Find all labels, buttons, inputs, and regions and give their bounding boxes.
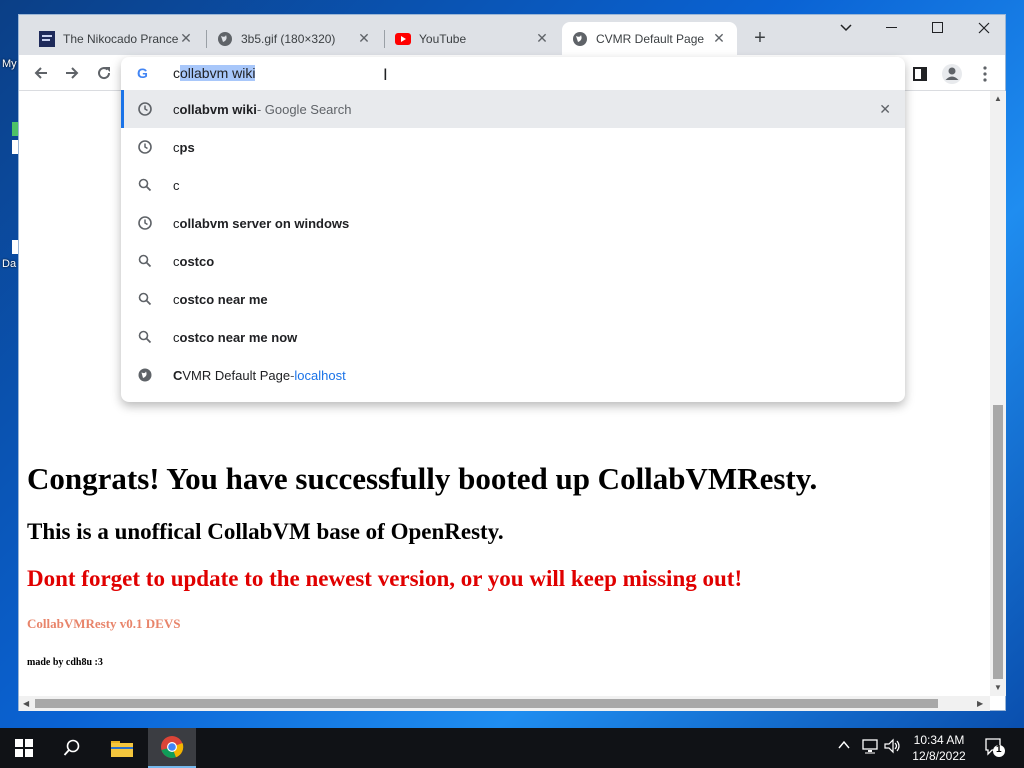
google-icon: G [137, 65, 148, 81]
scroll-left-arrow-icon[interactable]: ◀ [23, 699, 29, 708]
clock-date: 12/8/2022 [912, 749, 966, 763]
match-text: c [173, 177, 180, 193]
completion-text: VMR Default Page [182, 367, 291, 383]
back-button[interactable] [29, 61, 53, 85]
close-tab-icon[interactable]: ✕ [711, 30, 727, 47]
chrome-taskbar-button[interactable] [148, 728, 196, 768]
chrome-icon [161, 736, 184, 759]
completion-text: ostco [179, 253, 215, 269]
suggestion-item[interactable]: c ostco near me now [121, 318, 905, 356]
folder-icon [111, 741, 133, 757]
page-heading: Congrats! You have successfully booted u… [27, 461, 818, 496]
scroll-right-arrow-icon[interactable]: ▶ [977, 699, 983, 708]
suggestion-list: c ollabvm wiki - Google Search ✕ c ps c co… [121, 90, 905, 394]
globe-icon [572, 31, 588, 47]
clock-time: 10:34 AM [913, 733, 965, 747]
suggestion-item[interactable]: c ostco near me [121, 280, 905, 318]
history-icon [137, 215, 153, 231]
horizontal-scroll-thumb[interactable] [35, 699, 938, 708]
tab-title: The Nikocado Prance [63, 31, 178, 46]
match-text: C [173, 367, 183, 383]
network-icon[interactable] [862, 738, 880, 757]
volume-icon[interactable] [884, 738, 902, 757]
tab-cvmr-default-page[interactable]: CVMR Default Page ✕ [562, 22, 737, 55]
file-explorer-button[interactable] [98, 728, 146, 768]
new-tab-button[interactable]: + [749, 27, 771, 50]
update-warning: Dont forget to update to the newest vers… [27, 566, 743, 591]
suggestion-item[interactable]: c ollabvm server on windows [121, 204, 905, 242]
search-icon [137, 291, 153, 307]
notification-count: 1 [996, 744, 1002, 755]
search-icon [137, 253, 153, 269]
suggestion-item[interactable]: c ollabvm wiki - Google Search ✕ [121, 90, 905, 128]
version-label: CollabVMResty v0.1 DEVS [27, 616, 181, 631]
reload-button[interactable] [92, 61, 116, 85]
search-icon [137, 329, 153, 345]
completion-text: ps [179, 139, 195, 155]
menu-icon[interactable] [974, 63, 996, 85]
tab-nikocado[interactable]: The Nikocado Prance ✕ [29, 22, 204, 55]
suggestion-item[interactable]: c ps [121, 128, 905, 166]
globe-icon [137, 367, 153, 383]
history-icon [137, 101, 153, 117]
minimize-button[interactable] [869, 15, 915, 41]
inline-autocomplete: ollabvm wiki [180, 65, 256, 81]
search-icon [63, 739, 80, 756]
close-window-button[interactable] [961, 15, 1007, 41]
prance-favicon-icon [39, 30, 55, 47]
tab-title: 3b5.gif (180×320) [241, 31, 336, 46]
scroll-up-arrow-icon[interactable]: ▲ [994, 94, 1002, 103]
suggestion-item[interactable]: c ostco [121, 242, 905, 280]
scroll-down-arrow-icon[interactable]: ▼ [994, 683, 1002, 692]
vertical-scroll-thumb[interactable] [993, 405, 1003, 679]
taskbar: 10:34 AM 12/8/2022 1 [0, 728, 1024, 768]
close-tab-icon[interactable]: ✕ [178, 30, 194, 47]
windows-logo-icon [15, 739, 33, 757]
search-button[interactable] [48, 728, 96, 768]
globe-icon [217, 31, 233, 47]
completion-text: ollabvm server on windows [179, 215, 350, 231]
side-panel-icon[interactable] [909, 63, 931, 85]
horizontal-scrollbar[interactable]: ◀ ▶ [19, 696, 990, 711]
vertical-scrollbar[interactable]: ▲ ▼ [990, 91, 1006, 696]
address-bar[interactable]: G collabvm wiki [121, 57, 905, 89]
suggestion-item[interactable]: c [121, 166, 905, 204]
text-cursor-icon: I [383, 65, 388, 84]
search-icon [137, 177, 153, 193]
credit-text: made by cdh8u :3 [27, 657, 103, 668]
suggestion-item[interactable]: C VMR Default Page - localhost [121, 356, 905, 394]
close-tab-icon[interactable]: ✕ [356, 30, 372, 47]
close-tab-icon[interactable]: ✕ [534, 30, 550, 47]
desktop-icon-label[interactable]: Da [2, 258, 16, 270]
typed-text: c [173, 65, 180, 81]
suggestion-desc: - Google Search [256, 101, 352, 117]
youtube-icon [395, 31, 411, 47]
tab-3b5-gif[interactable]: 3b5.gif (180×320) ✕ [207, 22, 382, 55]
completion-text: ostco near me [179, 291, 268, 307]
desktop-icon-label[interactable]: My [2, 58, 17, 70]
forward-button[interactable] [60, 61, 84, 85]
action-center-button[interactable]: 1 [984, 736, 1006, 761]
address-text[interactable]: collabvm wiki [173, 65, 256, 81]
notification-icon [985, 738, 1005, 757]
omnibox-dropdown: G collabvm wiki I c ollabvm wiki - Google… [121, 57, 905, 402]
tab-search-icon[interactable] [823, 15, 869, 41]
browser-window: The Nikocado Prance ✕ 3b5.gif (180×320) … [18, 14, 1006, 711]
completion-text: ollabvm wiki [179, 101, 257, 117]
show-hidden-icons-icon[interactable] [838, 738, 850, 753]
completion-text: ostco near me now [179, 329, 298, 345]
history-icon [137, 139, 153, 155]
tab-title: CVMR Default Page [596, 31, 705, 46]
maximize-button[interactable] [915, 15, 961, 41]
remove-suggestion-icon[interactable]: ✕ [879, 101, 891, 118]
profile-avatar[interactable] [941, 63, 963, 85]
page-subheading: This is a unoffical CollabVM base of Ope… [27, 519, 504, 544]
tab-youtube[interactable]: YouTube ✕ [385, 22, 560, 55]
suggestion-url: localhost [294, 367, 346, 383]
tab-title: YouTube [419, 31, 467, 46]
tab-strip: The Nikocado Prance ✕ 3b5.gif (180×320) … [19, 15, 1005, 55]
start-button[interactable] [0, 728, 48, 768]
system-clock[interactable]: 10:34 AM 12/8/2022 [906, 732, 972, 764]
